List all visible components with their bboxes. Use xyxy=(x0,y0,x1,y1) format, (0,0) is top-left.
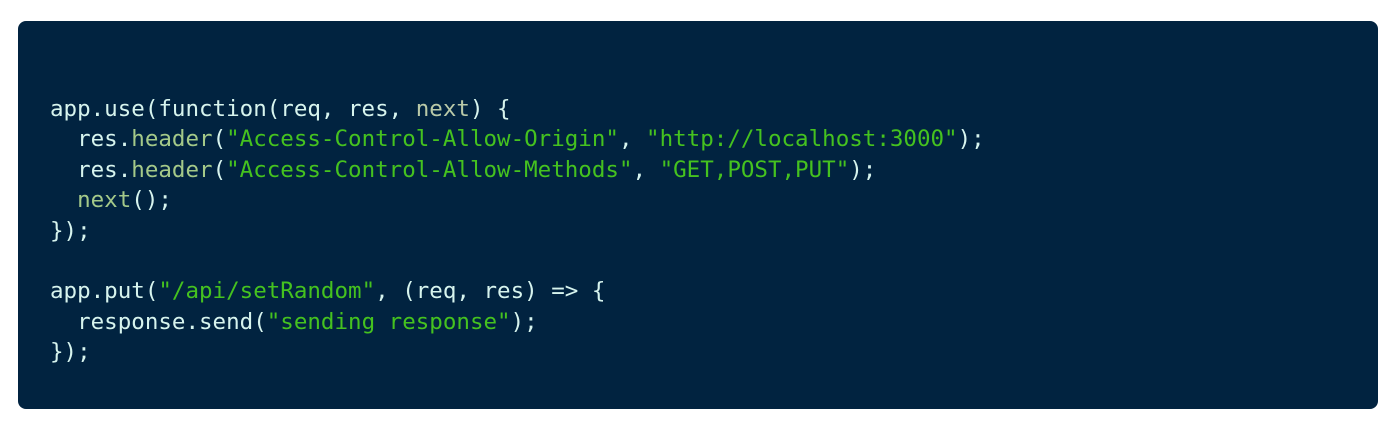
code-token: app.use(function(req, res, xyxy=(50,96,416,122)
code-snippet-card: app.use(function(req, res, next) { res.h… xyxy=(18,21,1378,409)
code-line: next(); xyxy=(50,185,985,215)
code-token: "Access-Control-Allow-Methods" xyxy=(226,156,633,183)
code-token: "/api/setRandom" xyxy=(158,278,376,305)
code-token: ); xyxy=(957,126,985,153)
code-token: ); xyxy=(510,308,538,335)
code-token: (); xyxy=(131,187,172,214)
code-line: res.header("Access-Control-Allow-Origin"… xyxy=(50,124,985,154)
code-line: res.header("Access-Control-Allow-Methods… xyxy=(50,155,985,185)
code-token: ( xyxy=(212,126,227,153)
code-token: response.send( xyxy=(50,308,267,335)
code-token: }); xyxy=(50,339,91,366)
code-token: ) { xyxy=(469,96,511,122)
code-token: }); xyxy=(50,217,91,244)
code-token: "sending response" xyxy=(266,308,511,335)
code-token: header xyxy=(131,126,213,153)
code-token: ( xyxy=(212,156,227,183)
code-token: "GET,POST,PUT" xyxy=(659,156,850,183)
code-line: app.use(function(req, res, next) { xyxy=(50,94,985,124)
code-token: ); xyxy=(849,156,877,183)
code-token: next xyxy=(415,96,470,122)
code-token: "Access-Control-Allow-Origin" xyxy=(226,126,619,153)
code-line: ​ xyxy=(50,246,985,276)
code-line: app.put("/api/setRandom", (req, res) => … xyxy=(50,276,985,306)
code-line: }); xyxy=(50,337,985,367)
code-token: "http://localhost:3000" xyxy=(646,126,958,153)
code-token: , (req, res) => { xyxy=(375,278,606,305)
code-token: , xyxy=(618,126,647,153)
code-token: , xyxy=(632,156,660,183)
code-line: }); xyxy=(50,216,985,246)
code-token: next xyxy=(77,187,132,214)
code-token: app.put( xyxy=(50,278,159,305)
code-token: res. xyxy=(50,156,132,183)
code-line: response.send("sending response"); xyxy=(50,307,985,337)
code-token: res. xyxy=(50,126,132,153)
code-block[interactable]: app.use(function(req, res, next) { res.h… xyxy=(50,94,985,368)
code-token: header xyxy=(131,156,213,183)
